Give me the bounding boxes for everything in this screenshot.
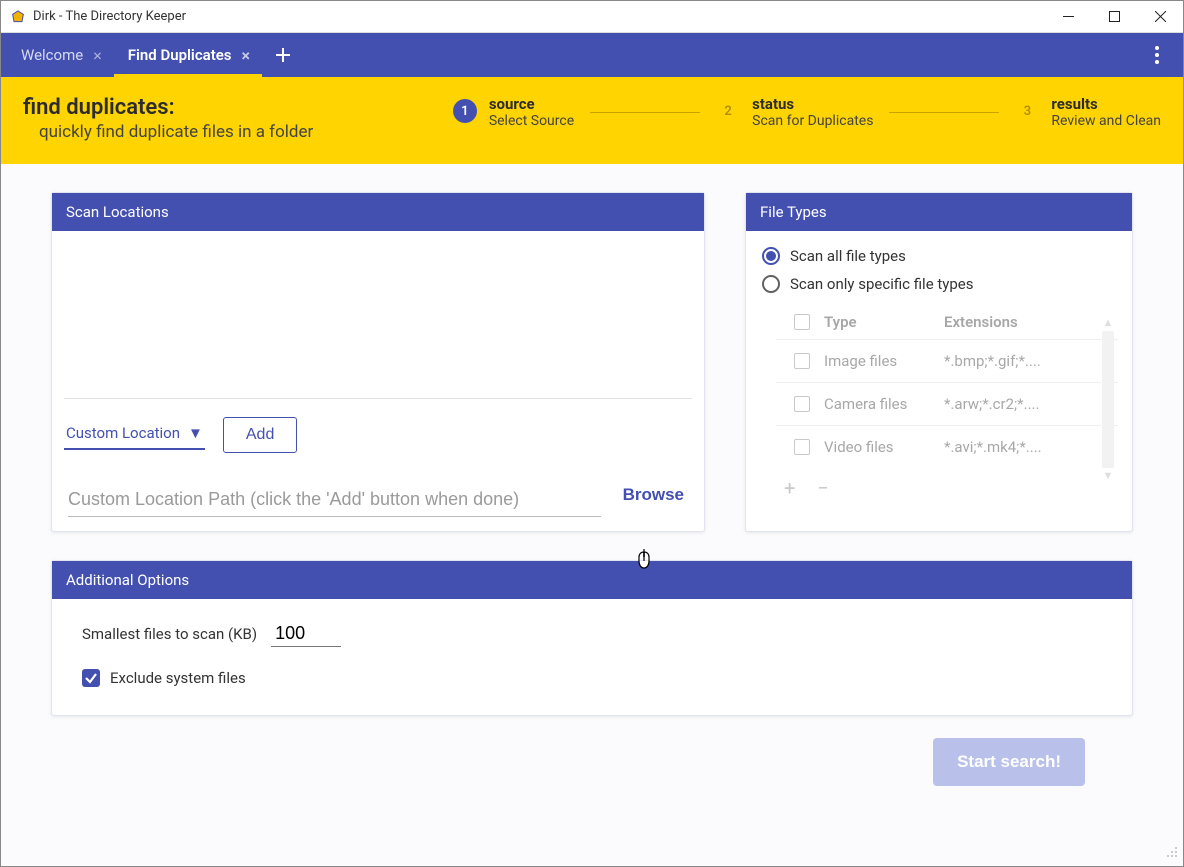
hero-bar: find duplicates: quickly find duplicate … — [1, 77, 1183, 164]
scroll-track[interactable] — [1102, 331, 1114, 468]
page-subtitle: quickly find duplicate files in a folder — [39, 122, 313, 142]
chevron-down-icon: ▼ — [188, 424, 203, 442]
step-results: 3 results Review and Clean — [1015, 95, 1161, 129]
tab-find-duplicates[interactable]: Find Duplicates × — [114, 33, 262, 77]
step-number: 3 — [1015, 99, 1039, 123]
cell-type: Camera files — [824, 395, 944, 413]
smallest-files-input[interactable] — [271, 621, 341, 647]
step-subtitle: Review and Clean — [1051, 113, 1161, 129]
table-row[interactable]: Camera files *.arw;*.cr2;*.... — [776, 382, 1118, 425]
remove-type-button[interactable]: − — [817, 476, 828, 500]
step-title: status — [752, 95, 873, 113]
locations-list-empty — [64, 245, 692, 399]
tab-welcome[interactable]: Welcome × — [7, 33, 114, 77]
tab-label: Welcome — [21, 46, 83, 64]
step-indicator: 1 source Select Source 2 status Scan for… — [453, 95, 1161, 129]
close-button[interactable] — [1137, 1, 1183, 32]
resize-grip-icon[interactable] — [1166, 846, 1178, 861]
cell-type: Image files — [824, 352, 944, 370]
scroll-up-icon[interactable]: ▲ — [1103, 317, 1114, 329]
start-search-button[interactable]: Start search! — [933, 738, 1085, 786]
step-divider — [590, 112, 700, 113]
checkbox-checked-icon — [82, 669, 100, 687]
scroll-down-icon[interactable]: ▼ — [1103, 470, 1114, 482]
step-status: 2 status Scan for Duplicates — [716, 95, 873, 129]
radio-icon — [762, 247, 780, 265]
table-row[interactable]: Image files *.bmp;*.gif;*.... — [776, 339, 1118, 382]
tab-menu-button[interactable] — [1137, 35, 1177, 75]
checkbox[interactable] — [794, 396, 810, 412]
step-title: results — [1051, 95, 1161, 113]
scrollbar[interactable]: ▲ ▼ — [1102, 317, 1114, 482]
step-subtitle: Scan for Duplicates — [752, 113, 873, 129]
smallest-files-label: Smallest files to scan (KB) — [82, 625, 257, 643]
table-row[interactable]: Video files *.avi;*.mk4;*.... — [776, 425, 1118, 468]
column-extensions: Extensions — [944, 313, 1114, 331]
file-types-table: Type Extensions Image files *.bmp;*.gif;… — [762, 305, 1118, 502]
tab-label: Find Duplicates — [128, 46, 232, 64]
page-title: find duplicates: — [23, 95, 313, 120]
cell-ext: *.arw;*.cr2;*.... — [944, 395, 1114, 413]
add-location-button[interactable]: Add — [223, 417, 297, 453]
titlebar: Dirk - The Directory Keeper — [1, 1, 1183, 33]
panel-header: Additional Options — [52, 561, 1132, 599]
additional-options-panel: Additional Options Smallest files to sca… — [51, 560, 1133, 716]
location-path-input[interactable] — [68, 483, 601, 517]
close-icon[interactable]: × — [93, 46, 102, 65]
close-icon[interactable]: × — [242, 46, 251, 65]
app-icon — [9, 8, 27, 26]
radio-scan-specific[interactable]: Scan only specific file types — [762, 275, 1118, 293]
panel-header: File Types — [746, 193, 1132, 231]
step-source: 1 source Select Source — [453, 95, 574, 129]
step-number: 1 — [453, 99, 477, 123]
column-type: Type — [824, 313, 944, 331]
step-title: source — [489, 95, 574, 113]
exclude-system-checkbox[interactable]: Exclude system files — [82, 669, 1102, 687]
window-title: Dirk - The Directory Keeper — [33, 9, 186, 24]
select-value: Custom Location — [66, 424, 180, 442]
step-subtitle: Select Source — [489, 113, 574, 129]
checkbox-label: Exclude system files — [110, 669, 246, 687]
cell-ext: *.bmp;*.gif;*.... — [944, 352, 1114, 370]
radio-label: Scan all file types — [790, 247, 906, 265]
checkbox[interactable] — [794, 353, 810, 369]
add-type-button[interactable]: + — [784, 476, 795, 500]
radio-scan-all[interactable]: Scan all file types — [762, 247, 1118, 265]
file-types-panel: File Types Scan all file types Scan only… — [745, 192, 1133, 532]
cell-ext: *.avi;*.mk4;*.... — [944, 438, 1114, 456]
scan-locations-panel: Scan Locations Custom Location ▼ Add Bro… — [51, 192, 705, 532]
checkbox-all[interactable] — [794, 314, 810, 330]
radio-label: Scan only specific file types — [790, 275, 974, 293]
maximize-button[interactable] — [1091, 1, 1137, 32]
panel-header: Scan Locations — [52, 193, 704, 231]
radio-icon — [762, 275, 780, 293]
browse-button[interactable]: Browse — [619, 481, 688, 517]
cell-type: Video files — [824, 438, 944, 456]
checkbox[interactable] — [794, 439, 810, 455]
step-number: 2 — [716, 99, 740, 123]
tabstrip: Welcome × Find Duplicates × — [1, 33, 1183, 77]
step-divider — [889, 112, 999, 113]
minimize-button[interactable] — [1045, 1, 1091, 32]
location-type-select[interactable]: Custom Location ▼ — [64, 420, 205, 450]
add-tab-button[interactable] — [266, 38, 300, 72]
